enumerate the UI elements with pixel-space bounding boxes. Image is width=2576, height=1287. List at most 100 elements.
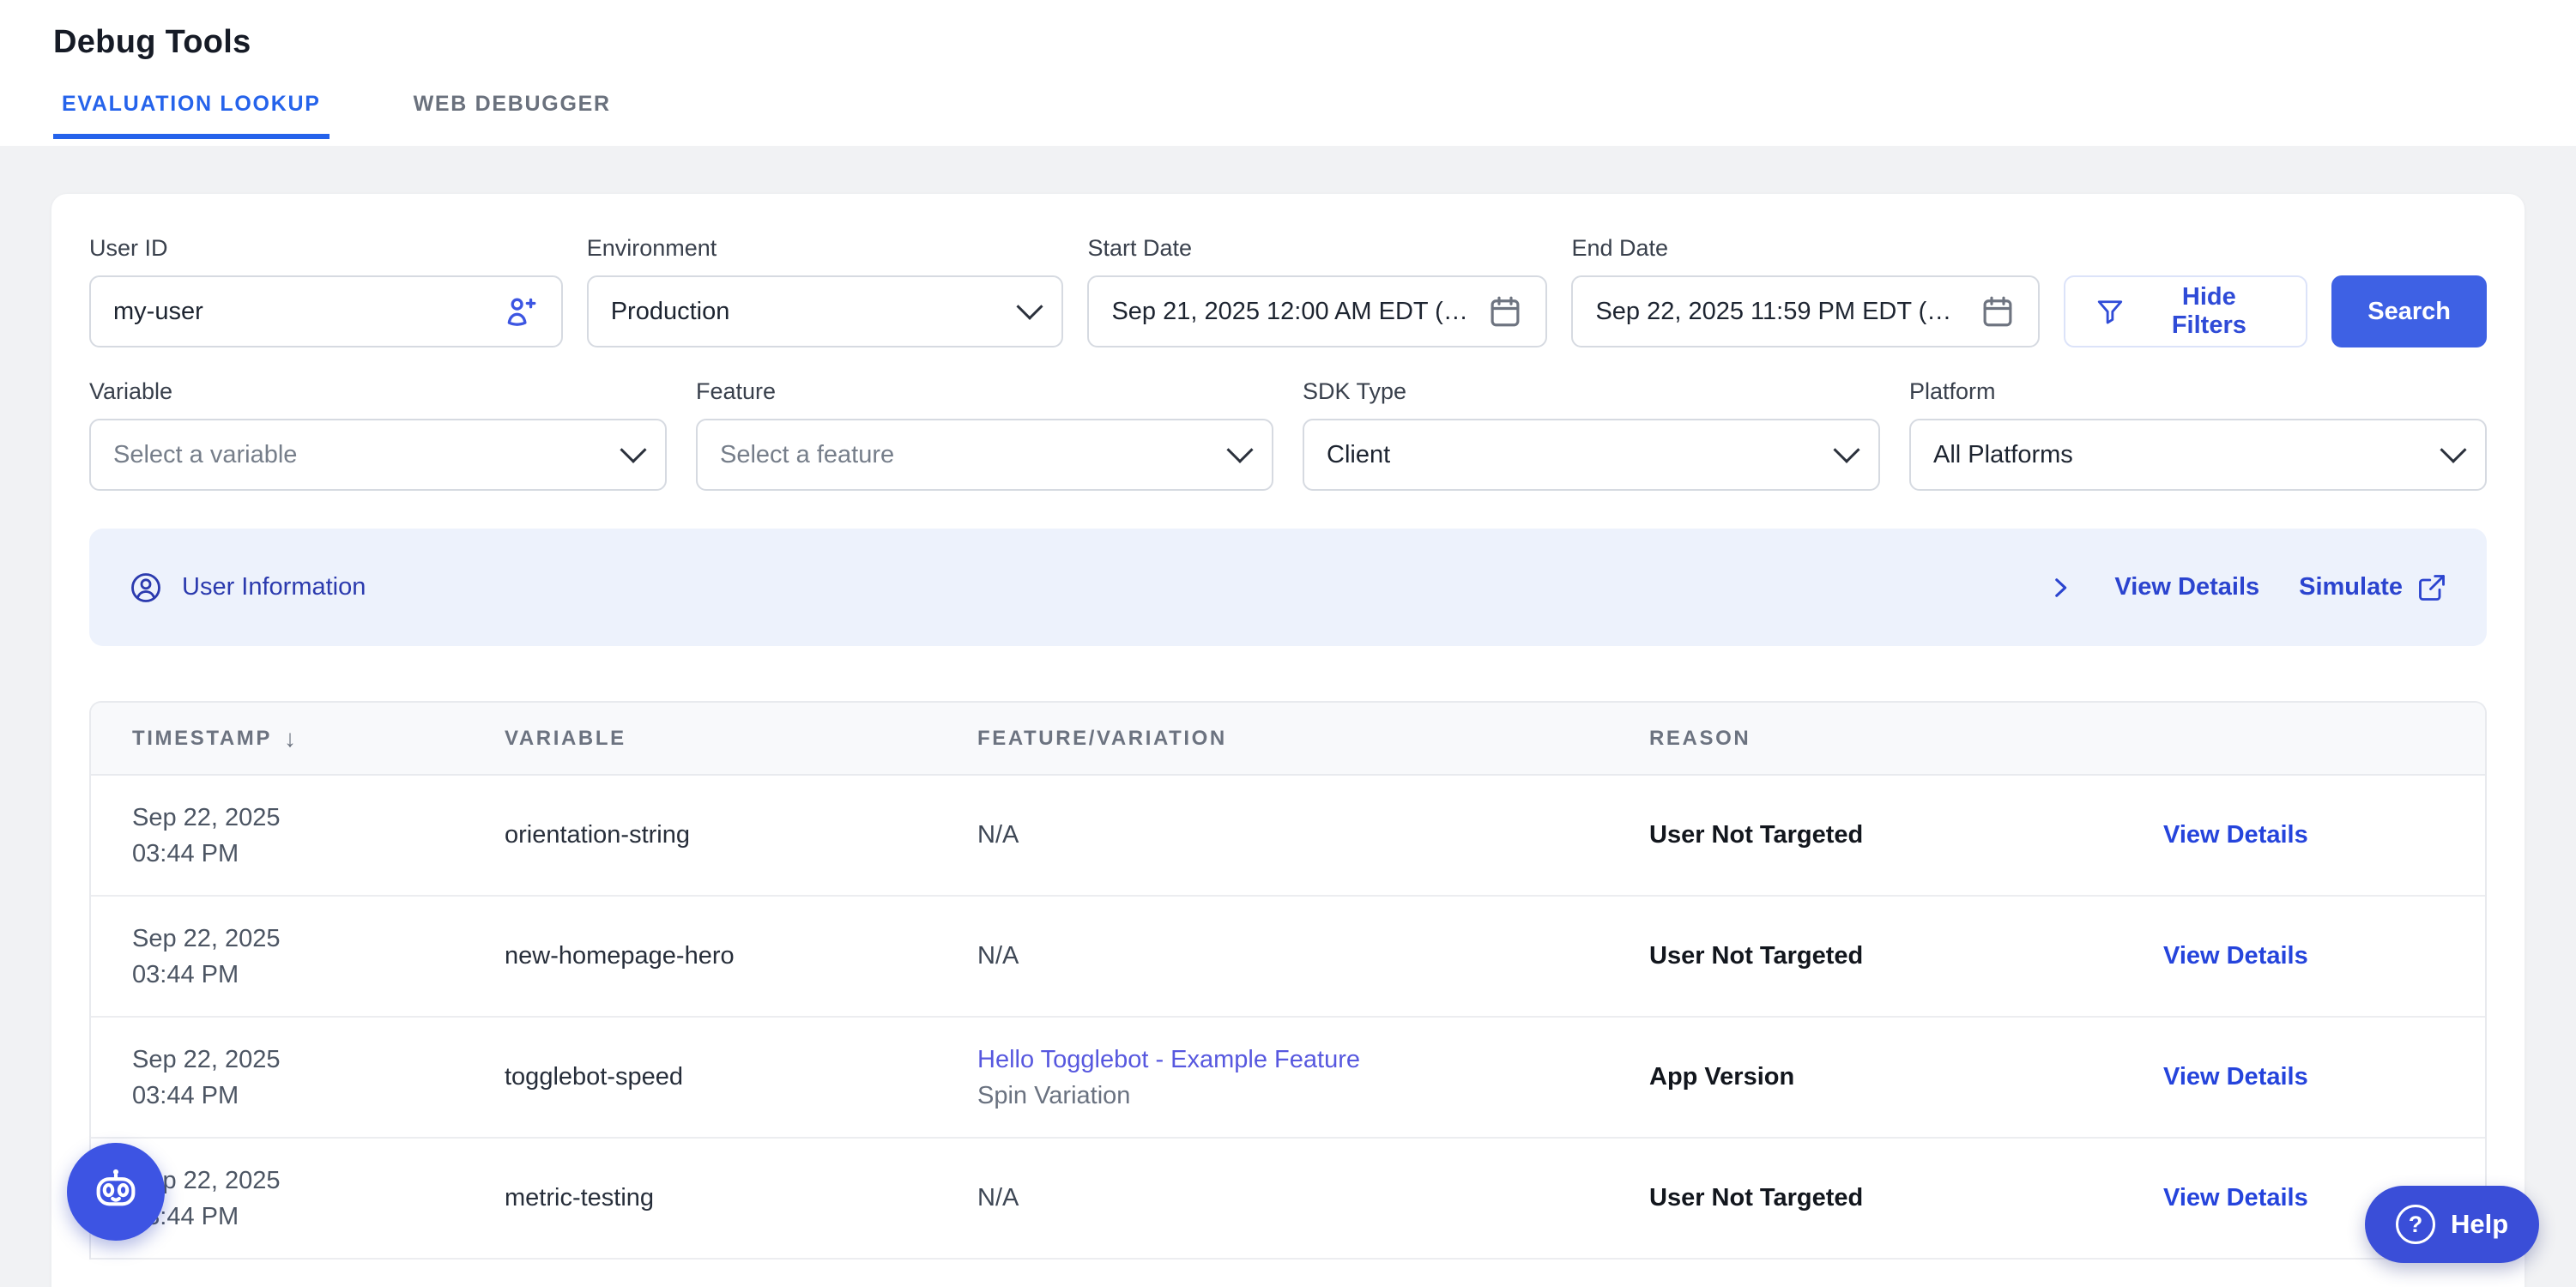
- feature-label: Feature: [696, 378, 1273, 405]
- start-date-value: Sep 21, 2025 12:00 AM EDT (GM...: [1111, 298, 1472, 326]
- timestamp-cell: Sep 22, 2025 03:44 PM: [91, 896, 505, 1017]
- search-button[interactable]: Search: [2331, 275, 2487, 347]
- table-row: Sep 22, 2025 03:44 PM metric-testing N/A…: [91, 1138, 2485, 1259]
- banner-actions: View Details Simulate: [2046, 572, 2447, 603]
- calendar-icon: [1487, 293, 1523, 329]
- row-view-details-link[interactable]: View Details: [2163, 1184, 2308, 1211]
- question-mark-icon: ?: [2396, 1205, 2435, 1244]
- row-view-details-link[interactable]: View Details: [2163, 821, 2308, 849]
- tab-evaluation-lookup[interactable]: EVALUATION LOOKUP: [53, 92, 330, 139]
- hide-filters-button[interactable]: Hide Filters: [2064, 275, 2307, 347]
- user-id-input[interactable]: [113, 298, 487, 326]
- end-date-field-group: End Date Sep 22, 2025 11:59 PM EDT (GM..…: [1571, 235, 2040, 347]
- environment-label: Environment: [587, 235, 1064, 262]
- platform-label: Platform: [1909, 378, 2487, 405]
- start-date-field-group: Start Date Sep 21, 2025 12:00 AM EDT (GM…: [1087, 235, 1547, 347]
- evaluations-table: TIMESTAMP ↓ VARIABLE FEATURE/VARIATION R…: [89, 701, 2487, 1260]
- actions-cell: View Details: [2163, 1017, 2485, 1138]
- chevron-down-icon: [1226, 437, 1253, 463]
- end-date-label: End Date: [1571, 235, 2040, 262]
- sdk-type-field-group: SDK Type Client: [1303, 378, 1880, 491]
- sdk-type-value: Client: [1327, 441, 1390, 469]
- column-header-actions: [2163, 703, 2485, 775]
- variable-cell: metric-testing: [505, 1138, 977, 1259]
- chevron-down-icon: [1017, 293, 1043, 320]
- togglebot-assistant-button[interactable]: [67, 1143, 165, 1241]
- person-add-icon[interactable]: [503, 293, 539, 329]
- tab-web-debugger[interactable]: WEB DEBUGGER: [405, 92, 620, 139]
- row-view-details-link[interactable]: View Details: [2163, 942, 2308, 970]
- variable-field-group: Variable Select a variable: [89, 378, 667, 491]
- column-header-feature-variation[interactable]: FEATURE/VARIATION: [977, 703, 1649, 775]
- chevron-down-icon: [620, 437, 646, 463]
- timestamp-cell: Sep 22, 2025 03:44 PM: [91, 775, 505, 896]
- platform-field-group: Platform All Platforms: [1909, 378, 2487, 491]
- table-row: Sep 22, 2025 03:44 PM orientation-string…: [91, 775, 2485, 896]
- variable-cell: orientation-string: [505, 775, 977, 896]
- start-date-input[interactable]: Sep 21, 2025 12:00 AM EDT (GM...: [1087, 275, 1547, 347]
- user-id-label: User ID: [89, 235, 563, 262]
- table-row: Sep 22, 2025 03:44 PM togglebot-speed He…: [91, 1017, 2485, 1138]
- feature-select[interactable]: Select a feature: [696, 419, 1273, 491]
- robot-face-icon: [88, 1163, 144, 1220]
- tab-bar: EVALUATION LOOKUP WEB DEBUGGER: [53, 92, 2523, 139]
- start-date-label: Start Date: [1087, 235, 1547, 262]
- hide-filters-label: Hide Filters: [2141, 283, 2277, 340]
- sort-descending-icon: ↓: [284, 725, 296, 752]
- user-information-title: User Information: [182, 573, 366, 601]
- chevron-down-icon: [2440, 437, 2466, 463]
- user-information-toggle[interactable]: User Information: [129, 571, 366, 605]
- variable-cell: togglebot-speed: [505, 1017, 977, 1138]
- user-circle-icon: [129, 571, 163, 605]
- banner-view-details-link[interactable]: View Details: [2114, 573, 2259, 601]
- end-date-value: Sep 22, 2025 11:59 PM EDT (GM...: [1595, 298, 1964, 326]
- variable-cell: new-homepage-hero: [505, 896, 977, 1017]
- timestamp-cell: Sep 22, 2025 03:44 PM: [91, 1017, 505, 1138]
- column-header-variable[interactable]: VARIABLE: [505, 703, 977, 775]
- simulate-label: Simulate: [2299, 573, 2403, 601]
- feature-variation-cell: N/A: [977, 775, 1649, 896]
- chevron-right-icon[interactable]: [2046, 573, 2075, 602]
- table-header-row: TIMESTAMP ↓ VARIABLE FEATURE/VARIATION R…: [91, 703, 2485, 775]
- reason-cell: User Not Targeted: [1649, 1138, 2163, 1259]
- sdk-type-select[interactable]: Client: [1303, 419, 1880, 491]
- variable-label: Variable: [89, 378, 667, 405]
- filter-funnel-icon: [2095, 296, 2126, 327]
- help-label: Help: [2451, 1209, 2508, 1240]
- actions-cell: View Details: [2163, 896, 2485, 1017]
- column-header-timestamp[interactable]: TIMESTAMP ↓: [91, 703, 505, 775]
- row-view-details-link[interactable]: View Details: [2163, 1063, 2308, 1091]
- main-content: User ID Environment Product: [0, 146, 2576, 1287]
- variation-label: Spin Variation: [977, 1078, 1649, 1114]
- table-row: Sep 22, 2025 03:44 PM new-homepage-hero …: [91, 896, 2485, 1017]
- simulate-link[interactable]: Simulate: [2299, 572, 2447, 603]
- chevron-down-icon: [1833, 437, 1859, 463]
- banner-view-details-label: View Details: [2114, 573, 2259, 601]
- table-body: Sep 22, 2025 03:44 PM orientation-string…: [91, 775, 2485, 1259]
- feature-placeholder: Select a feature: [720, 441, 894, 469]
- sdk-type-label: SDK Type: [1303, 378, 1880, 405]
- feature-link[interactable]: Hello Togglebot - Example Feature: [977, 1042, 1649, 1078]
- column-header-reason[interactable]: REASON: [1649, 703, 2163, 775]
- variable-select[interactable]: Select a variable: [89, 419, 667, 491]
- debug-tools-page: Debug Tools EVALUATION LOOKUP WEB DEBUGG…: [0, 0, 2576, 1287]
- help-button[interactable]: ? Help: [2365, 1186, 2539, 1263]
- environment-field-group: Environment Production: [587, 235, 1064, 347]
- platform-value: All Platforms: [1933, 441, 2073, 469]
- reason-cell: User Not Targeted: [1649, 775, 2163, 896]
- reason-cell: App Version: [1649, 1017, 2163, 1138]
- environment-select[interactable]: Production: [587, 275, 1064, 347]
- top-bar: Debug Tools EVALUATION LOOKUP WEB DEBUGG…: [0, 0, 2576, 146]
- page-title: Debug Tools: [53, 24, 2523, 61]
- variable-placeholder: Select a variable: [113, 441, 297, 469]
- user-information-banner: User Information View Details Simulate: [89, 529, 2487, 646]
- external-link-icon: [2416, 572, 2447, 603]
- environment-value: Production: [611, 298, 730, 326]
- filter-row-secondary: Variable Select a variable Feature Selec…: [89, 378, 2487, 491]
- end-date-input[interactable]: Sep 22, 2025 11:59 PM EDT (GM...: [1571, 275, 2040, 347]
- platform-select[interactable]: All Platforms: [1909, 419, 2487, 491]
- timestamp-header-label: TIMESTAMP: [132, 727, 272, 751]
- lookup-card: User ID Environment Product: [51, 194, 2525, 1287]
- filter-row-primary: User ID Environment Product: [89, 235, 2487, 347]
- user-id-field-group: User ID: [89, 235, 563, 347]
